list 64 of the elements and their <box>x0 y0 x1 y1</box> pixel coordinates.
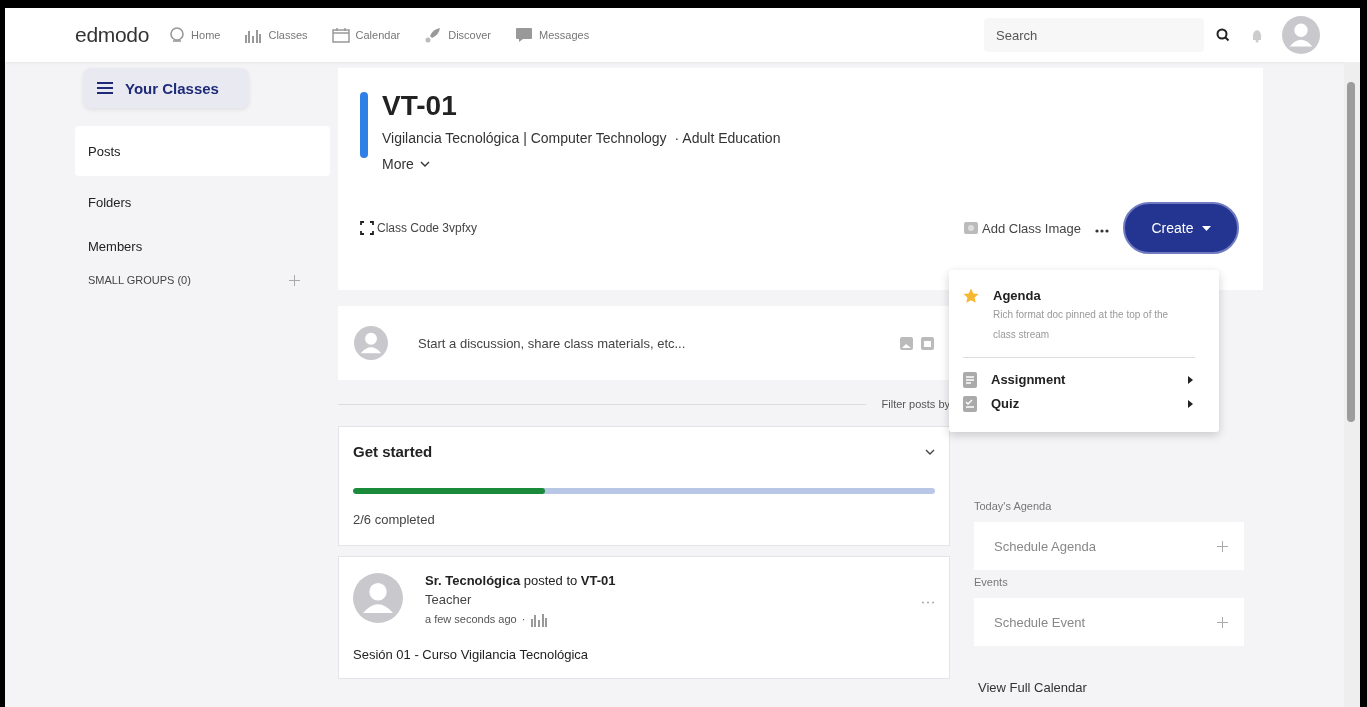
bell-icon[interactable] <box>1250 27 1264 43</box>
search-icon[interactable] <box>1216 28 1230 42</box>
nav-link[interactable]: Calendar <box>331 27 401 43</box>
post-text: Sesión 01 - Curso Vigilancia Tecnológica <box>353 647 590 662</box>
plus-icon <box>1217 616 1228 628</box>
create-button[interactable]: Create <box>1123 202 1239 254</box>
small-groups-label: SMALL GROUPS (0) <box>88 274 191 286</box>
schedule-button[interactable]: Schedule Agenda <box>974 522 1244 570</box>
avatar-icon <box>353 573 403 623</box>
submenu-arrow-icon <box>1188 400 1193 408</box>
menu-item[interactable]: Agenda Rich format doc pinned at the top of the class stream <box>949 284 1219 349</box>
author-role: Teacher <box>425 592 473 607</box>
submenu-arrow-icon <box>1188 376 1193 384</box>
separator-dot: · <box>521 613 526 625</box>
progress-text: 2/6 completed <box>353 512 436 527</box>
add-group-button[interactable] <box>289 274 300 286</box>
calendar-icon <box>331 27 350 43</box>
add-class-image-button[interactable]: Add Class Image <box>964 220 1081 236</box>
nav-link[interactable]: Classes <box>244 27 308 43</box>
chevron-icon <box>419 161 430 167</box>
ellipsis-icon <box>1095 229 1109 233</box>
class-grade: · Adult Education <box>674 130 781 146</box>
post-input[interactable]: Start a discussion, share class materials, etc... <box>416 334 872 352</box>
sidebar-item[interactable]: Folders <box>75 180 330 224</box>
sidebar-item[interactable]: Posts <box>75 126 330 176</box>
chat-icon <box>515 27 533 43</box>
schedule-button[interactable]: Schedule Event <box>974 598 1244 646</box>
star-icon <box>963 288 979 304</box>
post-header: Sr. Tecnológica posted to VT-01 <box>425 573 617 588</box>
your-classes-button[interactable]: Your Classes <box>83 68 249 108</box>
sidebar-item[interactable]: Members <box>75 224 330 268</box>
class-color-bar <box>360 92 368 158</box>
more-button[interactable]: More <box>382 156 430 172</box>
camera-icon <box>964 222 978 234</box>
file-icon[interactable] <box>921 336 934 350</box>
document-icon <box>963 372 977 388</box>
menu-icon <box>97 82 113 94</box>
quiz-icon <box>963 396 977 412</box>
nav-link[interactable]: Messages <box>515 27 590 43</box>
section-title: Events <box>974 576 1009 588</box>
avatar-icon <box>1282 16 1320 54</box>
menu-item[interactable]: Quiz <box>949 392 1219 416</box>
logo[interactable]: edmodo <box>75 23 150 47</box>
nav-link[interactable]: Discover <box>424 26 491 44</box>
search-field[interactable]: Search <box>984 18 1204 52</box>
scrollbar[interactable] <box>1344 62 1360 707</box>
caret-icon <box>1201 225 1211 231</box>
calendar-link[interactable]: View Full Calendar <box>978 680 1263 695</box>
class-code-button[interactable]: Class Code 3vpfxy <box>360 221 478 235</box>
section-title: Today's Agenda <box>974 500 1053 512</box>
avatar-icon <box>354 326 388 360</box>
nav-link[interactable]: Home <box>169 27 221 43</box>
plus-icon <box>1217 540 1228 552</box>
post-time: a few seconds ago <box>425 613 517 625</box>
card-title: Get started <box>353 443 433 460</box>
class-title: VT-01 <box>382 90 458 122</box>
collapse-button[interactable] <box>925 448 935 455</box>
class-subject: Vigilancia Tecnológica | Computer Technology <box>382 130 667 146</box>
globe-icon <box>169 27 186 43</box>
filter-dropdown[interactable]: Filter posts by <box>881 398 950 410</box>
brackets-icon <box>360 221 374 235</box>
image-icon[interactable] <box>900 336 913 350</box>
menu-item[interactable]: Assignment <box>949 368 1219 392</box>
ellipsis-icon <box>921 601 935 604</box>
